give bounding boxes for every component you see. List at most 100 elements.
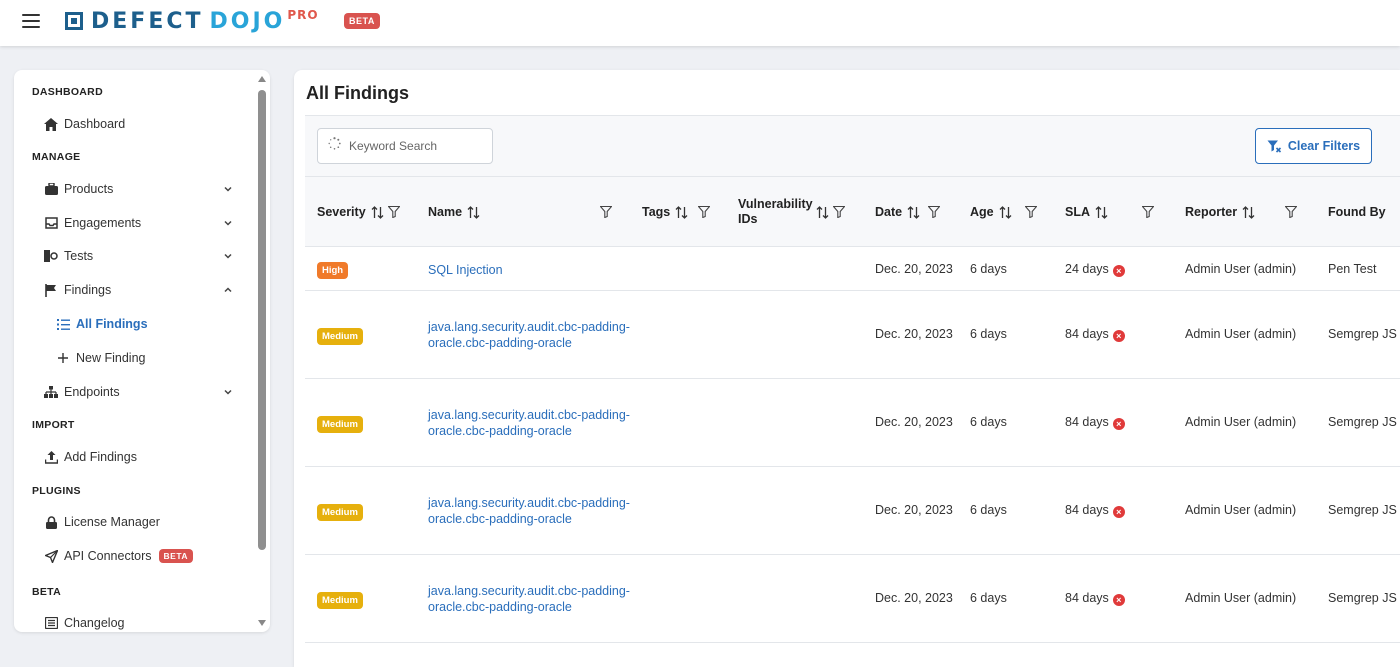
sidebar-item-all-findings[interactable]: All Findings [56,314,246,334]
section-plugins: PLUGINS [32,485,81,497]
finding-name-link[interactable]: java.lang.security.audit.cbc-padding-ora… [428,319,638,351]
sort-icon[interactable] [999,205,1012,219]
finding-name-link[interactable]: java.lang.security.audit.cbc-padding-ora… [428,407,638,439]
keyword-search-input[interactable] [349,139,489,153]
sort-icon[interactable] [816,205,829,219]
sidebar-item-label: Endpoints [64,385,120,399]
section-import: IMPORT [32,419,75,431]
scroll-down-arrow-icon[interactable] [258,620,266,626]
sidebar-item-changelog[interactable]: Changelog [44,613,234,632]
section-manage: MANAGE [32,151,81,163]
sidebar-item-engagements[interactable]: Engagements [44,213,234,233]
sidebar-item-add-findings[interactable]: Add Findings [44,447,234,467]
tests-icon [44,249,58,263]
filter-icon[interactable] [698,206,711,218]
column-header-tags[interactable]: Tags [642,177,711,247]
column-label: Tags [642,204,671,219]
logo[interactable]: DEFECT DOJO PRO [65,8,319,36]
table-row[interactable]: High SQL Injection Dec. 20, 2023 6 days … [305,247,1400,291]
severity-badge: Medium [317,416,363,433]
filter-icon[interactable] [600,206,612,218]
chevron-up-icon[interactable] [222,284,234,296]
filter-icon[interactable] [1024,206,1037,218]
sidebar-item-tests[interactable]: Tests [44,246,234,266]
search-box[interactable] [317,128,493,164]
column-header-date[interactable]: Date [875,177,941,247]
finding-name-link[interactable]: SQL Injection [428,262,638,278]
column-header-sla[interactable]: SLA [1065,177,1108,247]
filter-icon[interactable] [387,206,400,218]
logo-defect-text: DEFECT [91,9,204,34]
column-label: Vulnerability IDs [738,197,813,227]
filter-icon[interactable] [1142,206,1154,218]
column-header-name[interactable]: Name [428,177,480,247]
filter-icon[interactable] [928,206,941,218]
sidebar-item-products[interactable]: Products [44,179,234,199]
finding-name-link[interactable]: java.lang.security.audit.cbc-padding-ora… [428,583,638,615]
table-header: Severity Name Tags Vulnerability IDs Date… [305,177,1400,247]
sort-icon[interactable] [467,205,480,219]
sort-icon[interactable] [675,205,688,219]
sla-cell: 84 days × [1065,591,1125,606]
clear-filters-button[interactable]: Clear Filters [1255,128,1372,164]
sort-icon[interactable] [1242,205,1255,219]
age-cell: 6 days [970,503,1007,517]
sidebar-item-label: Dashboard [64,117,126,131]
flag-icon [44,283,58,297]
column-header-vulnerability-ids[interactable]: Vulnerability IDs [738,177,845,247]
plus-icon [56,351,70,365]
sidebar-item-new-finding[interactable]: New Finding [56,348,246,368]
column-label: Severity [317,204,366,219]
loading-spinner-icon [328,137,341,155]
column-header-age[interactable]: Age [970,177,1037,247]
sla-value: 84 days [1065,327,1109,341]
sidebar-item-label: Tests [64,249,94,263]
sidebar-item-api-connectors[interactable]: API Connectors BETA [44,546,234,566]
menu-icon[interactable] [22,14,40,30]
table-row[interactable]: Medium java.lang.security.audit.cbc-padd… [305,379,1400,467]
sidebar-item-findings[interactable]: Findings [44,280,234,300]
age-cell: 6 days [970,327,1007,341]
sidebar-item-dashboard[interactable]: Dashboard [44,114,234,134]
scrollbar-thumb[interactable] [258,90,266,550]
sidebar-item-license-manager[interactable]: License Manager [44,512,234,532]
found-by-cell: Pen Test [1328,262,1377,276]
top-bar: DEFECT DOJO PRO BETA [0,0,1400,46]
clear-filters-label: Clear Filters [1287,139,1361,153]
sla-value: 24 days [1065,262,1109,276]
filter-icon[interactable] [1285,206,1297,218]
sidebar-item-endpoints[interactable]: Endpoints [44,382,234,402]
sort-icon[interactable] [371,205,384,219]
found-by-cell: Semgrep JS [1328,327,1397,341]
paper-plane-icon [44,549,58,563]
chevron-down-icon[interactable] [222,217,234,229]
found-by-cell: Semgrep JS [1328,503,1397,517]
column-header-reporter[interactable]: Reporter [1185,177,1255,247]
sidebar-scrollbar[interactable] [258,76,266,626]
sla-breach-icon: × [1112,330,1125,342]
scroll-up-arrow-icon[interactable] [258,76,266,82]
sla-cell: 84 days × [1065,503,1125,518]
sla-value: 84 days [1065,503,1109,517]
column-header-severity[interactable]: Severity [317,177,400,247]
filter-icon[interactable] [832,206,845,218]
table-row[interactable]: Medium java.lang.security.audit.cbc-padd… [305,291,1400,379]
chevron-down-icon[interactable] [222,386,234,398]
sla-breach-icon: × [1112,594,1125,606]
sort-icon[interactable] [907,205,920,219]
date-cell: Dec. 20, 2023 [875,591,953,605]
found-by-cell: Semgrep JS [1328,415,1397,429]
table-row[interactable]: Medium java.lang.security.audit.cbc-padd… [305,467,1400,555]
chevron-down-icon[interactable] [222,250,234,262]
sort-icon[interactable] [1095,205,1108,219]
chevron-down-icon[interactable] [222,183,234,195]
column-header-found-by[interactable]: Found By [1328,177,1386,247]
briefcase-icon [44,182,58,196]
column-label: Date [875,204,903,219]
beta-badge: BETA [344,13,380,29]
page-title: All Findings [306,83,409,103]
sla-value: 84 days [1065,415,1109,429]
section-dashboard: DASHBOARD [32,86,103,98]
finding-name-link[interactable]: java.lang.security.audit.cbc-padding-ora… [428,495,638,527]
table-row[interactable]: Medium java.lang.security.audit.cbc-padd… [305,555,1400,643]
